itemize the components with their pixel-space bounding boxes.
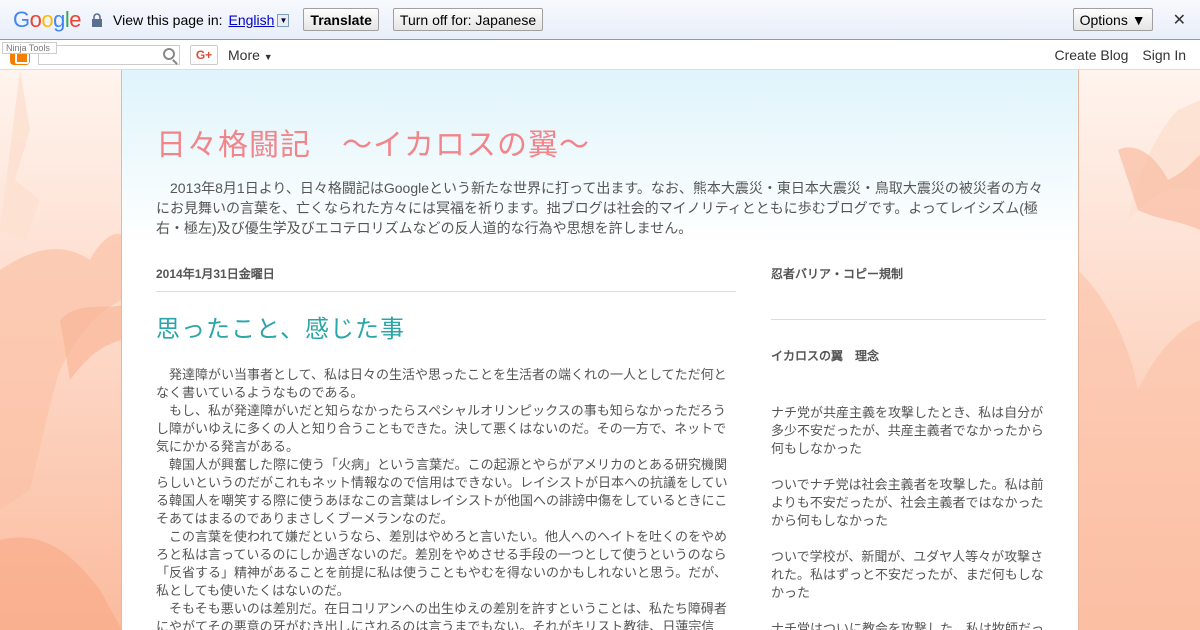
post-date: 2014年1月31日金曜日 xyxy=(156,265,736,292)
widget-title: 忍者バリア・コピー規制 xyxy=(771,267,904,281)
philosophy-widget-body: ナチ党が共産主義を攻撃したとき、私は自分が多少不安だったが、共産主義者でなかった… xyxy=(771,404,1046,630)
ninja-tools-badge[interactable]: Ninja Tools xyxy=(2,42,57,54)
more-menu[interactable]: More ▼ xyxy=(228,47,273,63)
post-paragraph: そもそも悪いのは差別だ。在日コリアンへの出生ゆえの差別を許すということは、私たち… xyxy=(156,601,727,630)
ninja-tools-label: Ninja Tools xyxy=(6,43,50,53)
search-icon[interactable] xyxy=(163,47,175,60)
blog-content: 日々格闘記 ～イカロスの翼～ 2013年8月1日より、日々格闘記はGoogleと… xyxy=(121,70,1079,630)
language-select[interactable]: English ▼ xyxy=(229,12,290,28)
post-paragraph: 発達障がい当事者として、私は日々の生活や思ったことを生活者の端くれの一人としてた… xyxy=(156,367,727,400)
view-page-in-label: View this page in: xyxy=(113,11,223,28)
sign-in-link[interactable]: Sign In xyxy=(1142,47,1186,63)
widget-paragraph: ナチ党はついに教会を攻撃した。私は牧師だっ xyxy=(771,621,1045,630)
sidebar: 忍者バリア・コピー規制 イカロスの翼 理念 ナチ党が共産主義を攻撃したとき、私は… xyxy=(771,265,1046,630)
create-blog-link[interactable]: Create Blog xyxy=(1054,47,1128,63)
blog-title[interactable]: 日々格闘記 ～イカロスの翼～ xyxy=(156,120,1078,164)
post-paragraph: この言葉を使われて嫌だというなら、差別はやめろと言いたい。他人へのヘイトを吐くの… xyxy=(156,529,727,598)
blog-header: 日々格闘記 ～イカロスの翼～ 2013年8月1日より、日々格闘記はGoogleと… xyxy=(122,70,1078,245)
options-button[interactable]: Options ▼ xyxy=(1072,8,1153,31)
close-icon[interactable]: ✕ xyxy=(1173,10,1186,30)
more-label: More xyxy=(228,46,260,63)
google-plus-button[interactable]: G+ xyxy=(190,44,218,65)
ninja-barrier-widget: 忍者バリア・コピー規制 xyxy=(771,265,1046,320)
left-background-decoration xyxy=(0,70,122,630)
translate-button[interactable]: Translate xyxy=(303,8,379,31)
search-input[interactable] xyxy=(38,44,180,65)
turn-off-button[interactable]: Turn off for: Japanese xyxy=(392,8,544,31)
widget-paragraph: ナチ党が共産主義を攻撃したとき、私は自分が多少不安だったが、共産主義者でなかった… xyxy=(771,405,1044,456)
google-logo: Google xyxy=(13,6,82,32)
post-paragraph: 韓国人が興奮した際に使う「火病」という言葉だ。この起源とやらがアメリカのとある研… xyxy=(156,457,728,526)
post-title[interactable]: 思ったこと、感じた事 xyxy=(156,309,736,344)
blog-description: 2013年8月1日より、日々格闘記はGoogleという新たな世界に打って出ます。… xyxy=(156,180,1043,236)
right-background-decoration xyxy=(1078,70,1200,630)
post-body: 発達障がい当事者として、私は日々の生活や思ったことを生活者の端くれの一人としてた… xyxy=(156,366,736,630)
caret-down-icon: ▼ xyxy=(263,51,273,62)
widget-title: イカロスの翼 理念 xyxy=(771,349,880,363)
post-column: 2014年1月31日金曜日 思ったこと、感じた事 発達障がい当事者として、私は日… xyxy=(156,265,736,630)
post-paragraph: もし、私が発達障がいだと知らなかったらスペシャルオリンピックスの事も知らなかった… xyxy=(156,403,727,454)
chevron-down-icon: ▼ xyxy=(277,14,290,28)
lock-icon xyxy=(92,12,103,27)
bird-silhouette-icon xyxy=(0,70,122,630)
google-translate-bar: Google View this page in: English ▼ Trans… xyxy=(0,0,1200,40)
widget-paragraph: ついでナチ党は社会主義者を攻撃した。私は前よりも不安だったが、社会主義者ではなか… xyxy=(771,477,1044,528)
blogger-navbar: G+ More ▼ Create Blog Sign In xyxy=(0,40,1200,70)
bird-silhouette-icon xyxy=(1078,100,1200,630)
widget-paragraph: ついで学校が、新聞が、ユダヤ人等々が攻撃された。私はずっと不安だったが、まだ何も… xyxy=(771,549,1044,600)
